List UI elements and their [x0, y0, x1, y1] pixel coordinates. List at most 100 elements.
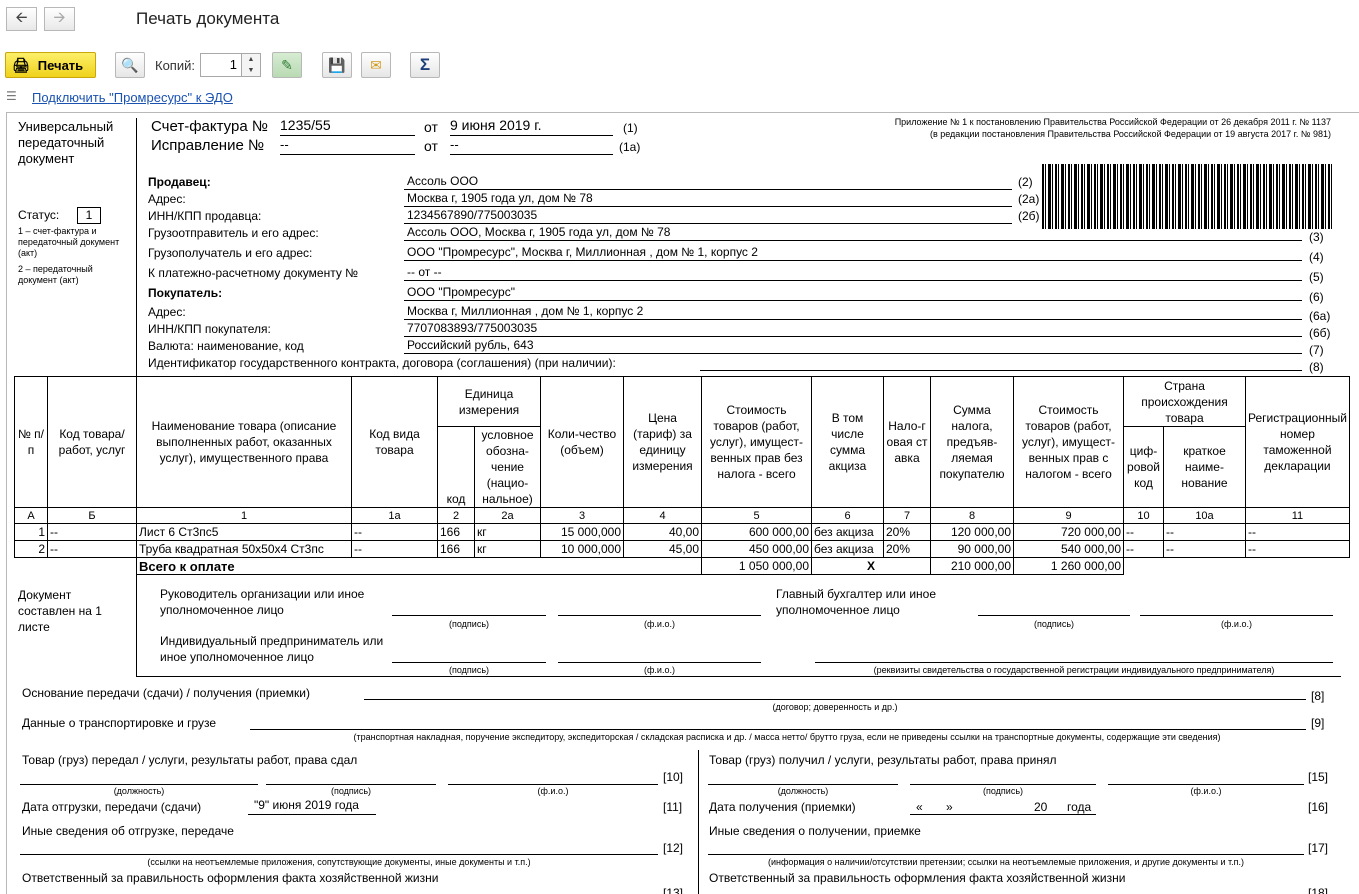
party-label: Грузоотправитель и его адрес: [148, 226, 319, 240]
send-email-button[interactable]: ✉ [361, 52, 391, 78]
spin-down-icon[interactable]: ▼ [248, 67, 255, 74]
th-country-name: краткое наиме-нование [1163, 426, 1246, 508]
ie-label: Индивидуальный предприниматель или иное … [160, 634, 384, 664]
received-position-line [708, 771, 898, 785]
cell-qty: 10 000,000 [540, 540, 624, 558]
party-label: Грузополучатель и его адрес: [148, 246, 313, 260]
resp-right-label: Ответственный за правильность оформления… [709, 871, 1126, 885]
th-customs: Регистрационный номер таможенной деклара… [1245, 376, 1350, 508]
party-value: Ассоль ООО [404, 174, 1012, 190]
correction-from-label: от [424, 138, 438, 154]
party-label: Адрес: [148, 305, 186, 319]
handed-position-cap: (должность) [113, 786, 165, 796]
party-label: К платежно-расчетному документу № [148, 266, 359, 280]
cell-kind: -- [351, 523, 438, 541]
invoice-from-label: от [424, 119, 438, 135]
head-fio-cap: (ф.и.о.) [644, 619, 675, 629]
head-sign-line [392, 602, 546, 616]
cell-unit-code: 166 [437, 540, 475, 558]
correction-number: -- [280, 137, 415, 155]
invoice-number: 1235/55 [280, 117, 415, 136]
code-11: [11] [663, 800, 683, 814]
handed-sign-line [266, 771, 436, 785]
party-code: (6а) [1309, 309, 1331, 323]
spin-up-icon[interactable]: ▲ [248, 56, 255, 63]
head-sign-cap: (подпись) [448, 619, 490, 629]
party-label: Покупатель: [148, 286, 223, 300]
basis-code: [8] [1311, 689, 1325, 703]
handed-sign-cap: (подпись) [330, 786, 372, 796]
column-number: 7 [883, 507, 931, 524]
cell-code: -- [47, 523, 137, 541]
transport-label: Данные о транспортировке и грузе [22, 716, 217, 730]
ie-fio-cap: (ф.и.о.) [644, 665, 675, 675]
doc-pages-label: Документ составлен на 1 листе [18, 588, 102, 634]
chief-fio-cap: (ф.и.о.) [1221, 619, 1252, 629]
column-number: 11 [1245, 507, 1350, 524]
party-code: (2а) [1018, 192, 1040, 206]
cell-unit-name: кг [474, 523, 541, 541]
invoice-date: 9 июня 2019 г. [450, 117, 613, 136]
ie-sign-cap: (подпись) [448, 665, 490, 675]
th-qty: Коли-чество (объем) [540, 376, 624, 508]
cell-total: 720 000,00 [1013, 523, 1124, 541]
transport-cap: (транспортная накладная, поручение экспе… [353, 732, 1221, 742]
cell-excise: без акциза [811, 523, 884, 541]
column-number: 10а [1163, 507, 1246, 524]
print-button[interactable]: 🖨 Печать [5, 52, 96, 78]
party-value: Российский рубль, 643 [404, 338, 1302, 354]
arrow-left-icon: 🡨 [15, 8, 28, 26]
received-fio-line [1108, 771, 1304, 785]
save-button[interactable]: 💾 [322, 52, 352, 78]
preview-button[interactable]: 🔍 [115, 52, 145, 78]
party-value: -- от -- [404, 265, 1302, 281]
code-17: [17] [1308, 841, 1329, 855]
cell-total: 540 000,00 [1013, 540, 1124, 558]
recv-date-label: Дата получения (приемки) [709, 800, 856, 814]
ship-other-cap: (ссылки на неотъемлемые приложения, сопу… [147, 857, 531, 867]
cell-country-code: -- [1123, 540, 1164, 558]
cell-num: 1 [14, 523, 48, 541]
column-number: А [14, 507, 48, 524]
column-number: 10 [1123, 507, 1164, 524]
sum-button[interactable]: Σ [410, 52, 440, 78]
copies-input[interactable]: 1 [200, 53, 242, 77]
cell-cost: 450 000,00 [701, 540, 812, 558]
sigma-icon: Σ [419, 55, 431, 74]
cell-kind: -- [351, 540, 438, 558]
party-value: 1234567890/775003035 [404, 208, 1012, 224]
received-position-cap: (должность) [777, 786, 829, 796]
column-number: 2 [437, 507, 475, 524]
party-code: (2) [1018, 175, 1033, 189]
forward-button[interactable]: 🡪 [44, 7, 75, 31]
th-excise: В том числе сумма акциза [811, 376, 884, 508]
cell-unit-name: кг [474, 540, 541, 558]
resp-left-label: Ответственный за правильность оформления… [22, 871, 439, 885]
table-row: 2 -- Труба квадратная 50х50х4 Ст3пс -- 1… [14, 540, 1350, 558]
transfer-divider [698, 750, 699, 894]
head-fio-line [558, 602, 761, 616]
cell-code: -- [47, 540, 137, 558]
ship-date-label: Дата отгрузки, передачи (сдачи) [22, 800, 202, 814]
edit-button[interactable]: ✎ [272, 52, 302, 78]
party-value: ООО "Промресурс", Москва г, Миллионная ,… [404, 245, 1302, 261]
invoice-code: (1) [623, 121, 638, 135]
party-value [700, 355, 1302, 371]
column-number: 4 [623, 507, 702, 524]
total-tax: 210 000,00 [930, 557, 1014, 575]
cell-rate: 20% [883, 540, 931, 558]
th-kind: Код вида товара [351, 376, 438, 508]
chief-sign-cap: (подпись) [1033, 619, 1075, 629]
back-button[interactable]: 🡨 [6, 7, 37, 31]
th-price: Цена (тариф) за единицу измерения [623, 376, 702, 508]
th-unit: Единица измерения [437, 376, 541, 427]
total-excise: Х [811, 557, 931, 575]
th-cost: Стоимость товаров (работ, услуг), имущес… [701, 376, 812, 508]
edo-connect-link[interactable]: Подключить "Промресурс" к ЭДО [32, 90, 233, 105]
cell-country-name: -- [1163, 540, 1246, 558]
party-code: (6) [1309, 290, 1324, 304]
total-cost: 1 050 000,00 [701, 557, 812, 575]
copies-stepper[interactable]: ▲ ▼ [241, 53, 261, 77]
cell-name: Труба квадратная 50х50х4 Ст3пс [136, 540, 352, 558]
status-note-1: 1 – счет-фактура и передаточный документ… [18, 226, 120, 258]
